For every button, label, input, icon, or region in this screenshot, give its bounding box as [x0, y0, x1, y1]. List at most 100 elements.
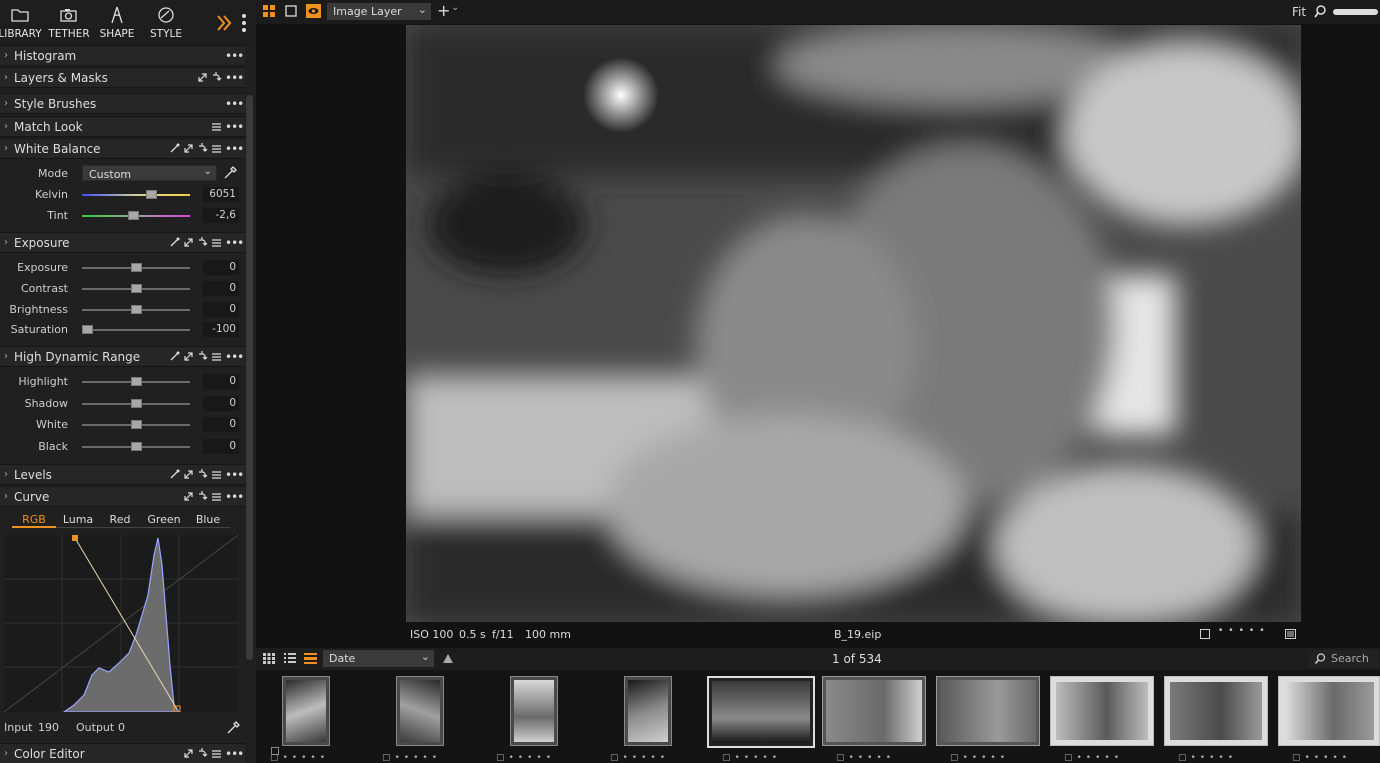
rating-dots[interactable]: ▢••••• — [1292, 753, 1351, 763]
zoom-slider[interactable] — [1333, 9, 1378, 15]
expand-icon[interactable] — [183, 143, 194, 154]
white-slider-handle[interactable] — [131, 420, 142, 429]
eyedropper-icon[interactable] — [223, 166, 237, 180]
sort-select[interactable]: Date ⌄ — [323, 650, 434, 667]
style-brushes-header[interactable]: › Style Brushes ••• — [0, 93, 245, 114]
style-tab[interactable]: STYLE — [141, 6, 191, 40]
thumbnail[interactable] — [271, 676, 330, 755]
select-checkbox[interactable] — [1200, 629, 1210, 639]
rating-dots[interactable]: ▢••••• — [722, 753, 781, 763]
reset-icon[interactable] — [197, 237, 208, 248]
brightness-value[interactable]: 0 — [203, 302, 239, 317]
tint-slider-handle[interactable] — [128, 211, 139, 220]
rating-dots[interactable]: ▢••••• — [270, 753, 329, 763]
brightness-slider-handle[interactable] — [131, 305, 142, 314]
more-icon[interactable]: ••• — [225, 748, 244, 760]
image-viewer[interactable] — [256, 24, 1380, 624]
more-icon[interactable]: ••• — [225, 98, 244, 110]
zoom-label[interactable]: Fit — [1292, 5, 1306, 19]
brightness-slider[interactable] — [82, 305, 190, 314]
expand-icon[interactable] — [183, 351, 194, 362]
thumbnail[interactable] — [1050, 676, 1154, 746]
reset-icon[interactable] — [211, 72, 222, 83]
rating-dots[interactable]: ▢••••• — [836, 753, 895, 763]
picker-icon[interactable] — [169, 143, 180, 154]
saturation-slider-handle[interactable] — [82, 325, 93, 334]
contrast-slider-handle[interactable] — [131, 284, 142, 293]
thumbnail[interactable] — [396, 676, 444, 746]
sort-direction-icon[interactable] — [443, 654, 453, 663]
tint-slider[interactable] — [82, 211, 190, 220]
black-slider[interactable] — [82, 442, 190, 451]
more-icon[interactable]: ••• — [225, 121, 244, 133]
expand-icon[interactable] — [183, 491, 194, 502]
kelvin-slider[interactable] — [82, 190, 190, 199]
thumbnail[interactable] — [1164, 676, 1268, 746]
tether-tab[interactable]: TETHER — [44, 6, 94, 40]
rating-dots[interactable]: ▢••••• — [950, 753, 1009, 763]
menu-icon[interactable] — [211, 144, 222, 154]
more-icon[interactable]: ••• — [225, 50, 244, 62]
hdr-header[interactable]: › High Dynamic Range ••• — [0, 346, 245, 367]
highlight-slider-handle[interactable] — [131, 377, 142, 386]
info-icon[interactable] — [1285, 629, 1296, 639]
zoom-icon[interactable] — [1314, 5, 1327, 18]
search-input[interactable]: Search — [1309, 650, 1379, 667]
curve-tab-luma[interactable]: Luma — [56, 513, 100, 526]
eyedropper-icon[interactable] — [226, 721, 240, 735]
shadow-value[interactable]: 0 — [203, 396, 239, 411]
rating-dots[interactable]: ••••• — [1218, 626, 1270, 636]
more-icon[interactable]: ••• — [225, 72, 244, 84]
exposure-slider-handle[interactable] — [131, 263, 142, 272]
black-slider-handle[interactable] — [131, 442, 142, 451]
curve-graph[interactable] — [4, 535, 238, 712]
menu-icon[interactable] — [211, 122, 222, 132]
grid-icon[interactable] — [263, 653, 275, 664]
highlight-slider[interactable] — [82, 377, 190, 386]
histogram-header[interactable]: › Histogram ••• — [0, 45, 245, 66]
reset-icon[interactable] — [197, 351, 208, 362]
single-view-icon[interactable] — [285, 5, 298, 18]
menu-icon[interactable] — [211, 238, 222, 248]
kelvin-slider-handle[interactable] — [146, 190, 157, 199]
add-layer-icon[interactable]: + — [437, 1, 450, 20]
reset-icon[interactable] — [197, 143, 208, 154]
reset-icon[interactable] — [197, 491, 208, 502]
layer-select[interactable]: Image Layer ⌄ — [327, 3, 431, 20]
curve-tab-blue[interactable]: Blue — [186, 513, 230, 526]
saturation-value[interactable]: -100 — [203, 322, 239, 337]
exposure-slider[interactable] — [82, 263, 190, 272]
picker-icon[interactable] — [169, 469, 180, 480]
thumbnail[interactable] — [510, 676, 558, 746]
rating-dots[interactable]: ▢••••• — [1178, 753, 1237, 763]
exposure-header[interactable]: › Exposure ••• — [0, 232, 245, 253]
list-icon[interactable] — [284, 653, 296, 664]
rating-dots[interactable]: ▢••••• — [496, 753, 555, 763]
rating-dots[interactable]: ▢••••• — [382, 753, 441, 763]
black-value[interactable]: 0 — [203, 439, 239, 454]
color-editor-header[interactable]: › Color Editor ••• — [0, 743, 245, 763]
library-tab[interactable]: LIBRARY — [0, 6, 45, 40]
thumbnail[interactable] — [822, 676, 926, 746]
curve-tab-red[interactable]: Red — [100, 513, 140, 526]
thumbnail[interactable] — [624, 676, 672, 746]
rating-dots[interactable]: ▢••••• — [610, 753, 669, 763]
wb-mode-select[interactable]: Custom ⌄ — [82, 165, 217, 181]
layers-header[interactable]: › Layers & Masks ••• — [0, 67, 245, 88]
grid-view-icon[interactable] — [263, 5, 276, 18]
filmstrip-icon[interactable] — [304, 653, 317, 664]
expand-panel-icon[interactable] — [215, 14, 233, 32]
contrast-slider[interactable] — [82, 284, 190, 293]
thumbnail[interactable] — [936, 676, 1040, 746]
curve-header[interactable]: › Curve ••• — [0, 486, 245, 507]
expand-icon[interactable] — [183, 469, 194, 480]
expand-icon[interactable] — [183, 237, 194, 248]
reset-icon[interactable] — [197, 748, 208, 759]
thumbnail-selected[interactable] — [707, 676, 815, 748]
more-icon[interactable]: ••• — [225, 351, 244, 363]
chevron-down-icon[interactable]: ⌄ — [451, 2, 459, 13]
more-vertical-icon[interactable] — [241, 13, 247, 33]
kelvin-value[interactable]: 6051 — [203, 187, 239, 202]
white-balance-header[interactable]: › White Balance ••• — [0, 138, 245, 159]
thumbnail[interactable] — [1278, 676, 1380, 746]
